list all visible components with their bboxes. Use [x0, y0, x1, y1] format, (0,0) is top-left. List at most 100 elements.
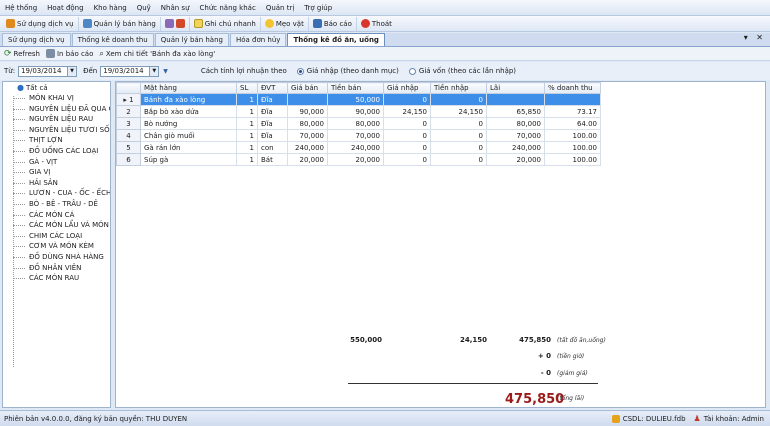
- table-cell[interactable]: 80,000: [287, 117, 328, 130]
- tree-item[interactable]: MÓN KHAI VỊ: [3, 93, 110, 104]
- to-date-dropdown-icon[interactable]: ▼: [150, 65, 160, 77]
- tree-item[interactable]: HẢI SẢN: [3, 178, 110, 189]
- tab-quan-ly-ban-hang[interactable]: Quản lý bán hàng: [154, 33, 229, 46]
- row-number[interactable]: 4: [116, 129, 141, 142]
- row-number[interactable]: ▸ 1: [116, 93, 141, 106]
- tree-item[interactable]: GIA VỊ: [3, 167, 110, 178]
- menu-quy[interactable]: Quỹ: [132, 0, 156, 16]
- table-cell[interactable]: 0: [383, 141, 431, 154]
- table-cell[interactable]: [544, 93, 601, 106]
- profit-by-cost-radio[interactable]: [408, 67, 416, 75]
- table-cell[interactable]: 20,000: [486, 153, 545, 166]
- row-number[interactable]: 5: [116, 141, 141, 154]
- column-header[interactable]: Mặt hàng: [140, 82, 237, 94]
- column-header[interactable]: Tiền nhập: [430, 82, 487, 94]
- table-cell[interactable]: 1: [236, 105, 258, 118]
- table-cell[interactable]: 240,000: [287, 141, 328, 154]
- table-cell[interactable]: 70,000: [327, 129, 384, 142]
- table-cell[interactable]: 24,150: [383, 105, 431, 118]
- menu-kho-hang[interactable]: Kho hàng: [89, 0, 132, 16]
- menu-hoat-dong[interactable]: Hoạt động: [42, 0, 88, 16]
- tree-item[interactable]: GÀ - VỊT: [3, 157, 110, 168]
- tab-thong-ke-do-an-uong[interactable]: Thống kê đồ ăn, uống: [287, 33, 385, 46]
- tree-item[interactable]: ĐỒ DÙNG NHÀ HÀNG: [3, 252, 110, 263]
- refresh-button[interactable]: ⟳ Refresh: [4, 49, 40, 59]
- table-cell[interactable]: 73.17: [544, 105, 601, 118]
- profit-by-list-price-label[interactable]: Giá nhập (theo danh mục): [307, 67, 399, 75]
- table-cell[interactable]: 1: [236, 153, 258, 166]
- quick-thoat-button[interactable]: Thoát: [357, 17, 396, 31]
- column-header[interactable]: [116, 82, 141, 94]
- table-row[interactable]: 5 Gà rán lớn 1 con 240,000 240,000 0 0 240,000 10…: [116, 141, 601, 154]
- quick-ban-hang-button[interactable]: Quản lý bán hàng: [79, 16, 161, 31]
- tree-item[interactable]: CÁC MÓN RAU: [3, 273, 110, 284]
- profit-by-list-price-radio[interactable]: [296, 67, 304, 75]
- table-cell[interactable]: Chân giò muối: [140, 129, 237, 142]
- table-cell[interactable]: 100.00: [544, 153, 601, 166]
- table-cell[interactable]: Súp gà: [140, 153, 237, 166]
- table-cell[interactable]: 80,000: [327, 117, 384, 130]
- tree-item[interactable]: BÒ - BÊ - TRÂU - DÊ: [3, 199, 110, 210]
- table-cell[interactable]: Bắp bò xào dứa: [140, 105, 237, 118]
- table-cell[interactable]: 0: [383, 129, 431, 142]
- table-cell[interactable]: 0: [383, 153, 431, 166]
- menu-tro-giup[interactable]: Trợ giúp: [299, 0, 337, 16]
- table-row[interactable]: 6 Súp gà 1 Bát 20,000 20,000 0 0 20,000 100.00: [116, 153, 601, 166]
- tree-item[interactable]: ĐỒ NHÂN VIÊN: [3, 263, 110, 274]
- column-header[interactable]: Tiền bán: [327, 82, 384, 94]
- row-number[interactable]: 6: [116, 153, 141, 166]
- table-cell[interactable]: 1: [236, 141, 258, 154]
- table-row[interactable]: 3 Bò nướng 1 Đĩa 80,000 80,000 0 0 80,000 64.00: [116, 117, 601, 130]
- print-report-button[interactable]: In báo cáo: [45, 49, 93, 58]
- row-number[interactable]: 3: [116, 117, 141, 130]
- table-cell[interactable]: 0: [430, 129, 487, 142]
- table-cell[interactable]: 240,000: [486, 141, 545, 154]
- table-cell[interactable]: Đĩa: [257, 129, 288, 142]
- tree-item[interactable]: THỊT LỢN: [3, 135, 110, 146]
- table-cell[interactable]: [486, 93, 545, 106]
- tree-item[interactable]: NGUYÊN LIỆU RAU: [3, 114, 110, 125]
- table-cell[interactable]: 50,000: [327, 93, 384, 106]
- table-cell[interactable]: 100.00: [544, 129, 601, 142]
- tab-thong-ke-doanh-thu[interactable]: Thống kê doanh thu: [71, 33, 154, 46]
- tab-close-icon[interactable]: ▾ ✕: [744, 33, 766, 42]
- menu-chuc-nang-khac[interactable]: Chức năng khác: [195, 0, 261, 16]
- table-cell[interactable]: 0: [383, 117, 431, 130]
- tree-root-all[interactable]: ● Tất cả: [3, 82, 110, 93]
- tree-item[interactable]: CƠM VÀ MÓN KÈM: [3, 241, 110, 252]
- tree-item[interactable]: LƯƠN - CUA - ỐC - ẾCH: [3, 188, 110, 199]
- tree-item[interactable]: NGUYÊN LIỆU ĐÃ QUA CHẾ: [3, 104, 110, 115]
- table-cell[interactable]: 1: [236, 129, 258, 142]
- table-cell[interactable]: 20,000: [287, 153, 328, 166]
- table-cell[interactable]: Bò nướng: [140, 117, 237, 130]
- column-header[interactable]: Lãi: [486, 82, 545, 94]
- tree-item[interactable]: ĐỒ UỐNG CÁC LOẠI: [3, 146, 110, 157]
- table-cell[interactable]: 0: [430, 93, 487, 106]
- column-header[interactable]: Giá nhập: [383, 82, 431, 94]
- quick-meo-vat-button[interactable]: Mẹo vặt: [261, 16, 309, 31]
- row-number[interactable]: 2: [116, 105, 141, 118]
- table-cell[interactable]: 80,000: [486, 117, 545, 130]
- quick-ghi-chu-button[interactable]: Ghi chú nhanh: [190, 16, 261, 31]
- to-date-input[interactable]: 19/03/2014: [100, 65, 151, 77]
- table-cell[interactable]: 70,000: [287, 129, 328, 142]
- tree-item[interactable]: CÁC MÓN CÁ: [3, 210, 110, 221]
- quick-bao-cao-button[interactable]: Báo cáo: [309, 16, 357, 31]
- column-header[interactable]: Giá bán: [287, 82, 328, 94]
- table-row[interactable]: ▸ 1 Bánh đa xào lòng 1 Đĩa 50,000 0 0: [116, 93, 601, 106]
- table-cell[interactable]: 1: [236, 117, 258, 130]
- table-cell[interactable]: 64.00: [544, 117, 601, 130]
- profit-by-cost-label[interactable]: Giá vốn (theo các lần nhập): [419, 67, 516, 75]
- from-date-input[interactable]: 19/03/2014: [18, 65, 69, 77]
- table-cell[interactable]: 70,000: [486, 129, 545, 142]
- menu-nhan-su[interactable]: Nhân sự: [156, 0, 195, 16]
- table-cell[interactable]: [287, 93, 328, 106]
- table-cell[interactable]: 90,000: [327, 105, 384, 118]
- table-row[interactable]: 4 Chân giò muối 1 Đĩa 70,000 70,000 0 0 70,000 10…: [116, 129, 601, 142]
- table-cell[interactable]: 65,850: [486, 105, 545, 118]
- table-cell[interactable]: 240,000: [327, 141, 384, 154]
- table-cell[interactable]: Đĩa: [257, 93, 288, 106]
- filter-expand-icon[interactable]: ▼: [163, 68, 168, 75]
- column-header[interactable]: SL: [236, 82, 258, 94]
- tree-item[interactable]: NGUYÊN LIỆU TƯƠI SỐNG: [3, 125, 110, 136]
